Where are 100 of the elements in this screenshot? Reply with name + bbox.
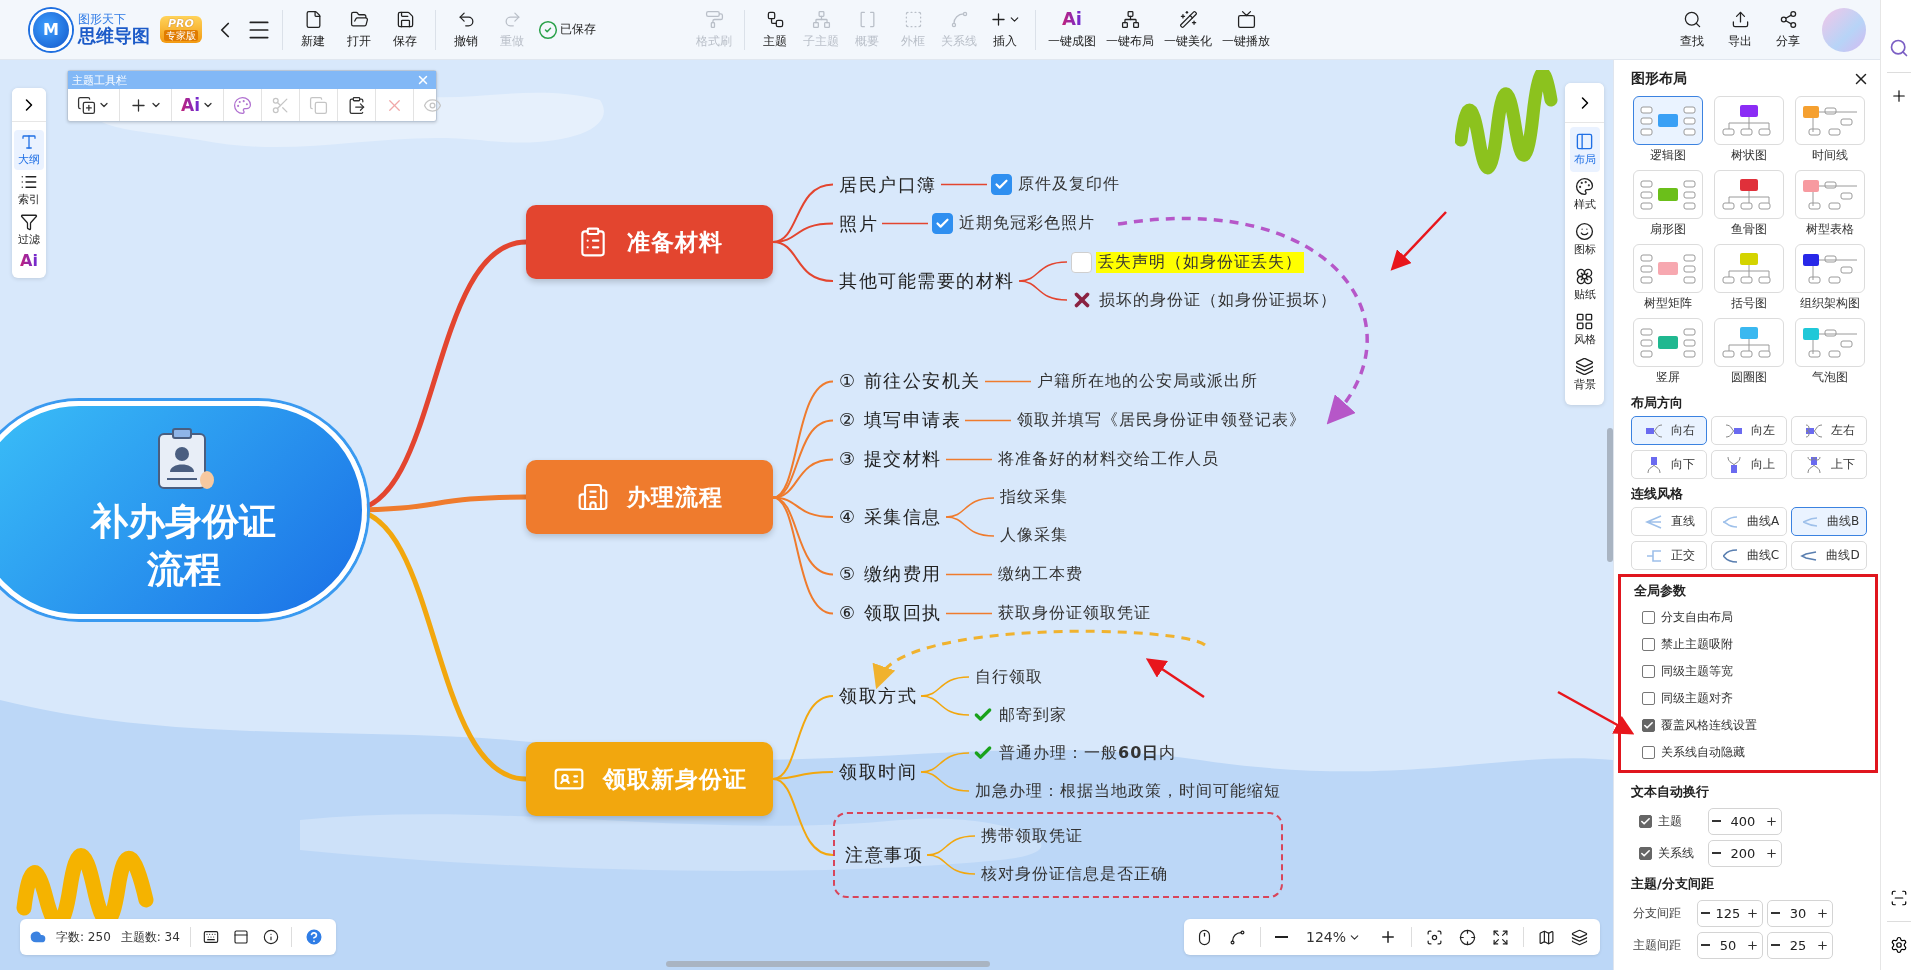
ai-logo: Ai xyxy=(181,96,200,114)
topic-text: 将准备好的材料交给工作人员 xyxy=(996,448,1220,470)
insert-button[interactable]: 插入 xyxy=(983,3,1027,56)
subtopic-text: ① 前往公安机关 xyxy=(839,369,982,393)
subtopic-text: ② 填写申请表 xyxy=(839,408,963,432)
ai-generate-button[interactable]: Ai 一键成图 xyxy=(1044,3,1100,56)
number-stepper[interactable]: 400 xyxy=(1708,807,1782,835)
section-title: 连线风格 xyxy=(1631,485,1684,503)
option-label: 分支自由布局 xyxy=(1661,609,1733,626)
icon-tab[interactable]: 图标 xyxy=(1569,217,1600,262)
layout-label: 树型表格 xyxy=(1806,221,1854,238)
layout-label: 时间线 xyxy=(1812,147,1848,164)
topic-text: 人像采集 xyxy=(998,525,1069,546)
topic-text: 普通办理：一般60日内 xyxy=(998,742,1178,764)
auto-layout-button[interactable]: 一键布局 xyxy=(1102,3,1158,56)
stepper-value: 30 xyxy=(1789,905,1807,921)
number-stepper[interactable]: 25 xyxy=(1767,931,1833,959)
topic-text: 指纹采集 xyxy=(998,487,1069,508)
line-style-option[interactable]: 曲线C xyxy=(1711,541,1787,570)
root-topic[interactable]: 补办身份证流程 xyxy=(0,401,367,619)
sticker-tab[interactable]: 贴纸 xyxy=(1569,262,1600,307)
layout-label: 圆圈图 xyxy=(1731,369,1767,386)
number-stepper[interactable]: 50 xyxy=(1697,931,1763,959)
line-style-option[interactable]: 曲线B xyxy=(1791,507,1867,536)
brand-tagline: 图形天下 xyxy=(78,13,127,26)
topic-text: 近期免冠彩色照片 xyxy=(958,213,1096,234)
number-stepper[interactable]: 200 xyxy=(1708,839,1782,867)
option-label: 同级主题对齐 xyxy=(1661,690,1733,707)
root-topic-text: 补办身份证流程 xyxy=(89,498,277,593)
topic-text: 邮寄到家 xyxy=(998,704,1068,726)
line-style-option[interactable]: 正交 xyxy=(1631,541,1707,570)
layout-label: 鱼骨图 xyxy=(1731,221,1767,238)
layout-tab[interactable]: 布局 xyxy=(1569,127,1600,172)
stepper-value: 400 xyxy=(1730,813,1756,829)
topic-button[interactable]: 主题 xyxy=(753,3,797,56)
toolbar-title: 主题工具栏 xyxy=(72,72,127,88)
spacing-label: 分支间距 xyxy=(1632,904,1682,922)
subtopic-text: 领取时间 xyxy=(839,760,918,784)
topic-count: 主题数: 34 xyxy=(120,928,180,946)
subtopic-text: ③ 提交材料 xyxy=(839,447,943,471)
direction-option[interactable]: 向下 xyxy=(1631,450,1707,479)
theme-tab[interactable]: 风格 xyxy=(1569,307,1600,352)
new-button[interactable]: 新建 xyxy=(291,3,335,56)
line-style-option[interactable]: 曲线A xyxy=(1711,507,1787,536)
subtopic-text: 领取方式 xyxy=(839,684,918,708)
line-style-option[interactable]: 直线 xyxy=(1631,507,1707,536)
undo-button[interactable]: 撤销 xyxy=(444,3,488,56)
ai-logo: Ai xyxy=(1061,10,1083,28)
play-button[interactable]: 一键播放 xyxy=(1218,3,1274,56)
subtopic-text: ⑥ 领取回执 xyxy=(839,601,943,625)
topic-text: 加急办理：根据当地政策，时间可能缩短 xyxy=(974,780,1282,802)
subtopic-text: 照片 xyxy=(839,211,879,236)
topic-text: 原件及复印件 xyxy=(1016,174,1121,195)
edition-label: 专家版 xyxy=(164,30,198,42)
number-stepper[interactable]: 125 xyxy=(1697,899,1763,927)
zoom-select[interactable]: 124% xyxy=(1301,929,1365,945)
subtopic-text: ⑤ 缴纳费用 xyxy=(839,562,943,586)
topic-text: 自行领取 xyxy=(974,666,1044,688)
search-button[interactable]: 查找 xyxy=(1670,3,1714,56)
save-button[interactable]: 保存 xyxy=(383,3,427,56)
layout-label: 括号图 xyxy=(1731,295,1767,312)
topic-text: 获取身份证领取凭证 xyxy=(996,602,1152,624)
brand-name: 思维导图 xyxy=(78,26,150,46)
share-button[interactable]: 分享 xyxy=(1766,3,1810,56)
number-stepper[interactable]: 30 xyxy=(1767,899,1833,927)
direction-option[interactable]: 向右 xyxy=(1631,416,1707,445)
ai-tab[interactable]: Ai xyxy=(14,250,44,272)
app-logo: M xyxy=(30,8,72,51)
subtopic-text: 其他可能需要的材料 xyxy=(839,269,1016,293)
direction-option[interactable]: 向上 xyxy=(1711,450,1787,479)
export-button[interactable]: 导出 xyxy=(1718,3,1762,56)
layout-label: 竖屏 xyxy=(1656,369,1680,386)
background-tab[interactable]: 背景 xyxy=(1569,352,1600,397)
topic-text: 携带领取凭证 xyxy=(980,825,1084,847)
subtopic-text: 注意事项 xyxy=(845,843,924,867)
direction-option[interactable]: 上下 xyxy=(1791,450,1867,479)
panel-title: 图形布局 xyxy=(1631,70,1687,88)
layout-label: 气泡图 xyxy=(1812,369,1848,386)
beautify-button[interactable]: 一键美化 xyxy=(1160,3,1216,56)
line-style-option[interactable]: 曲线D xyxy=(1791,541,1867,570)
outline-tab[interactable]: 大纲 xyxy=(14,130,44,170)
style-tab[interactable]: 样式 xyxy=(1569,172,1600,217)
topic-text: 领取并填写《居民身份证申领登记表》 xyxy=(1016,409,1308,431)
word-count: 字数: 250 xyxy=(56,928,111,946)
filter-tab[interactable]: 过滤 xyxy=(14,210,44,250)
layout-label: 组织架构图 xyxy=(1800,295,1860,312)
pro-label: PRO xyxy=(168,17,194,30)
branch-topic[interactable]: 准备材料 xyxy=(526,205,773,279)
topic-text: 损坏的身份证（如身份证损坏） xyxy=(1097,289,1338,311)
spacing-label: 主题间距 xyxy=(1632,936,1682,954)
subtopic-text: ④ 采集信息 xyxy=(839,504,943,529)
ai-logo: Ai xyxy=(20,253,38,269)
topic-text: 丢失声明（如身份证丢失） xyxy=(1095,251,1304,273)
ai-tool[interactable]: Ai xyxy=(171,89,223,121)
direction-option[interactable]: 向左 xyxy=(1711,416,1787,445)
layout-label: 树状图 xyxy=(1731,147,1767,164)
index-tab[interactable]: 索引 xyxy=(14,170,44,210)
direction-option[interactable]: 左右 xyxy=(1791,416,1867,445)
open-button[interactable]: 打开 xyxy=(337,3,381,56)
option-label: 禁止主题吸附 xyxy=(1661,636,1733,653)
